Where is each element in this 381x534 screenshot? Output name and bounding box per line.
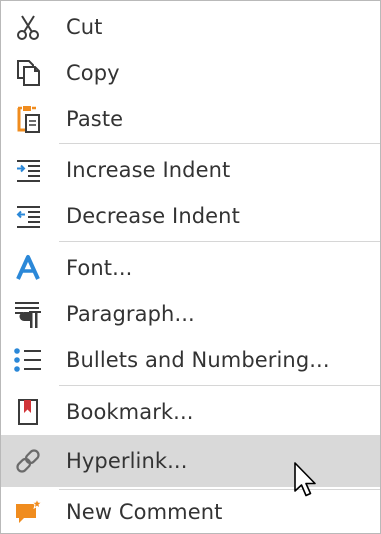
paste-icon [13,104,43,134]
menu-item-label: Decrease Indent [66,204,240,228]
menu-item-bookmark[interactable]: Bookmark... [1,391,380,433]
menu-item-label: Hyperlink... [66,449,188,473]
paragraph-icon [13,299,43,329]
menu-item-new-comment[interactable]: New Comment [1,491,380,533]
menu-item-label: Paragraph... [66,302,195,326]
menu-separator [59,489,380,490]
menu-item-bullets-numbering[interactable]: Bullets and Numbering... [1,339,380,381]
menu-separator [59,385,380,386]
bookmark-icon [13,397,43,427]
menu-item-label: Bullets and Numbering... [66,348,330,372]
menu-item-hyperlink[interactable]: Hyperlink... [1,435,380,487]
menu-separator [59,241,380,242]
menu-item-cut[interactable]: Cut [1,6,380,48]
menu-item-paragraph[interactable]: Paragraph... [1,293,380,335]
increase-indent-icon [13,155,43,185]
decrease-indent-icon [13,201,43,231]
menu-separator [59,143,380,144]
menu-item-copy[interactable]: Copy [1,52,380,94]
copy-icon [13,58,43,88]
menu-item-label: Copy [66,61,120,85]
menu-item-label: Bookmark... [66,400,194,424]
link-icon [13,446,43,476]
menu-item-label: Increase Indent [66,158,231,182]
menu-item-label: Font... [66,256,133,280]
font-icon [13,253,43,283]
scissors-icon [13,12,43,42]
context-menu: Cut Copy Paste Increase Indent Decrease … [0,0,381,534]
menu-item-decrease-indent[interactable]: Decrease Indent [1,195,380,237]
menu-item-font[interactable]: Font... [1,247,380,289]
menu-item-label: Cut [66,15,103,39]
menu-item-label: New Comment [66,500,223,524]
bullets-icon [13,345,43,375]
menu-item-label: Paste [66,107,124,131]
menu-item-increase-indent[interactable]: Increase Indent [1,149,380,191]
menu-item-paste[interactable]: Paste [1,98,380,140]
comment-icon [13,497,43,527]
mouse-cursor-icon [293,461,321,501]
